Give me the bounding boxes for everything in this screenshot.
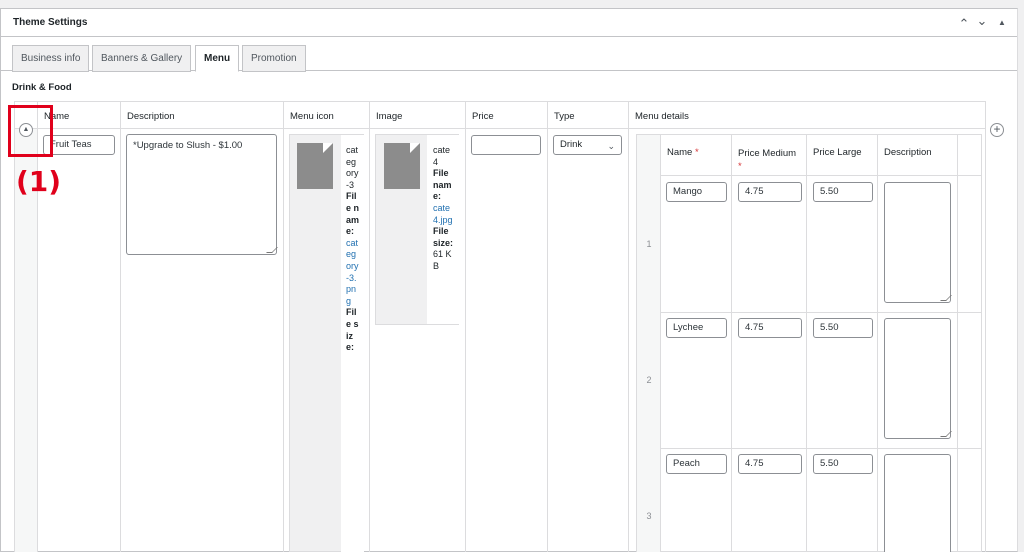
move-down-icon[interactable]: ⌄ [975,14,989,30]
panel-header: Theme Settings ⌃ ⌄ ▲ [1,9,1017,37]
col-header-image: Image [376,111,403,122]
resize-handle-icon[interactable] [940,295,952,301]
detail-price-large-input[interactable]: 5.50 [813,182,873,202]
col-divider [628,101,629,552]
price-input[interactable] [471,135,541,155]
menu-icon-filename-label: File name: [346,191,360,237]
item-description-textarea[interactable]: *Upgrade to Slush - $1.00 [126,134,278,255]
detail-name-input[interactable]: Lychee [666,318,727,338]
annotation-highlight-box [8,105,53,157]
annotation-label: (1) [16,165,62,198]
detail-description-textarea[interactable] [884,182,952,303]
col-divider [120,101,121,552]
row-number: 2 [646,375,652,385]
menu-icon-file[interactable]: category-3 File name: category-3.png Fil… [289,134,364,552]
detail-description-textarea[interactable] [884,454,951,552]
col-header-type: Type [554,111,575,122]
sub-col-divider [877,135,878,552]
file-fold-icon [323,143,333,153]
sub-header-price-medium-text: Price Medium [738,148,797,159]
chevron-down-icon: ⌄ [607,141,615,151]
tab-menu[interactable]: Menu [195,45,240,72]
image-meta: cate4 File name: cate4.jpg File size: 61… [427,135,459,324]
sub-header-price-large: Price Large [813,147,862,158]
sub-header-price-medium: Price Medium * [738,147,804,173]
sub-col-divider [957,135,958,552]
tab-banners-gallery[interactable]: Banners & Gallery [92,45,192,72]
sub-header-description: Description [884,147,932,158]
col-header-price: Price [472,111,494,122]
tab-business-info[interactable]: Business info [12,45,90,72]
sub-header-name: Name * [667,147,699,158]
required-marker: * [738,161,742,172]
resize-handle-icon[interactable] [940,431,952,437]
section-title: Drink & Food [12,82,72,93]
item-name-input[interactable]: Fruit Teas [43,135,115,155]
resize-handle-icon[interactable] [266,247,278,253]
image-filesize-label: File size: [433,226,454,248]
sub-row-handle-column [637,135,661,552]
image-filename-link[interactable]: cate4.jpg [433,203,455,226]
move-up-icon[interactable]: ⌃ [957,16,971,31]
file-fold-icon [410,143,420,153]
image-file[interactable]: cate4 File name: cate4.jpg File size: 61… [375,134,459,325]
required-marker: * [694,147,699,158]
menu-icon-meta: category-3 File name: category-3.png Fil… [341,135,364,552]
image-title: cate4 [433,145,451,167]
detail-price-large-input[interactable]: 5.50 [813,318,873,338]
menu-icon-title: category-3 [346,145,359,190]
sub-row-divider [661,312,982,313]
row-number: 3 [646,511,652,521]
col-divider [465,101,466,552]
detail-name-input[interactable]: Peach [666,454,727,474]
sub-col-divider [806,135,807,552]
item-description-text: *Upgrade to Slush - $1.00 [133,140,243,151]
settings-tabs: Business info Banners & Gallery Menu Pro… [1,37,1017,72]
detail-name-input[interactable]: Mango [666,182,727,202]
menu-details-table: Name * Price Medium * Price Large Descrip… [636,134,982,552]
sub-header-name-text: Name [667,147,693,158]
detail-price-medium-input[interactable]: 4.75 [738,182,802,202]
menu-icon-filename-link[interactable]: category-3.png [346,238,360,308]
table-top-border [14,101,985,102]
menu-icon-filesize-label: File size: [346,307,359,353]
col-header-description: Description [127,111,175,122]
image-filesize: 61 KB [433,249,452,271]
tab-promotion[interactable]: Promotion [242,45,306,72]
type-select-value: Drink [560,139,583,150]
detail-price-large-input[interactable]: 5.50 [813,454,873,474]
col-divider [547,101,548,552]
detail-description-textarea[interactable] [884,318,952,439]
col-divider [283,101,284,552]
panel-title: Theme Settings [13,17,88,28]
sub-header-border [661,175,982,176]
collapse-panel-icon[interactable]: ▲ [995,16,1009,30]
plus-circle-icon[interactable]: + [990,123,1004,137]
table-header-border [14,128,985,129]
col-header-menu-icon: Menu icon [290,111,334,122]
type-select[interactable]: Drink ⌄ [553,135,622,155]
image-filename-label: File name: [433,168,452,202]
sub-row-divider [661,448,982,449]
col-divider [985,101,986,552]
detail-price-medium-input[interactable]: 4.75 [738,454,802,474]
col-divider [369,101,370,552]
sub-col-divider [731,135,732,552]
detail-price-medium-input[interactable]: 4.75 [738,318,802,338]
row-number: 1 [646,239,652,249]
col-header-menu-details: Menu details [635,111,689,122]
